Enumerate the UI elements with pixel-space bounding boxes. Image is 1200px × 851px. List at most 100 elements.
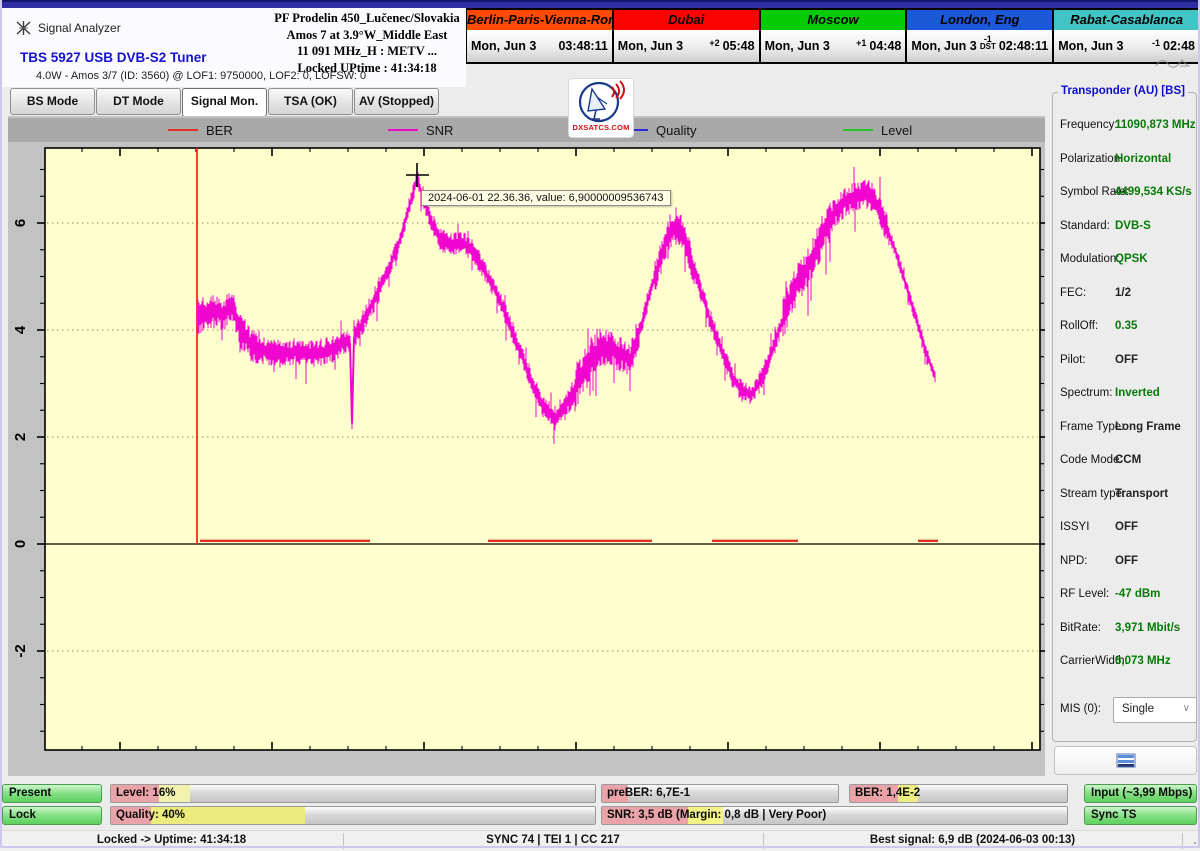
- mis-label: MIS (0):: [1060, 703, 1101, 715]
- transponder-row: Standard:DVB-S: [1053, 220, 1196, 236]
- statusbar-best-signal: Best signal: 6,9 dB (2024-06-03 00:13): [763, 831, 1182, 851]
- transponder-row: Stream type:Transport: [1053, 488, 1196, 504]
- signature-watermark-icon: [1152, 52, 1192, 70]
- svg-text:2: 2: [12, 433, 29, 441]
- offset-dst-label: DST: [980, 43, 996, 51]
- legend-label: BER: [206, 123, 233, 138]
- sync-ts-button[interactable]: Sync TS: [1084, 806, 1197, 825]
- site-line-4: Locked UPtime : 41:34:18: [266, 60, 468, 77]
- stream-list-button[interactable]: [1054, 746, 1197, 775]
- transponder-label: Standard:: [1060, 220, 1110, 232]
- transponder-row: BitRate: 3,971 Mbit/s: [1053, 622, 1196, 638]
- mis-selected-value: Single: [1122, 703, 1154, 715]
- legend-item-snr: SNR: [388, 118, 453, 142]
- transponder-value: OFF: [1115, 555, 1138, 567]
- list-icon: [1116, 753, 1136, 768]
- logo-caption: DXSATCS.COM: [572, 123, 629, 132]
- transponder-label: NPD:: [1060, 555, 1087, 567]
- transponder-panel-title: Transponder (AU) [BS]: [1058, 85, 1188, 97]
- tab-tsa-ok-[interactable]: TSA (OK): [268, 88, 353, 115]
- transponder-label: Code Mode:: [1060, 454, 1123, 466]
- world-clocks: Berlin-Paris-Vienna-RomaMon, Jun 303:48:…: [466, 8, 1200, 64]
- transponder-row: RF Level:-47 dBm: [1053, 588, 1196, 604]
- legend-line-swatch: [388, 129, 418, 131]
- transponder-label: RF Level:: [1060, 588, 1109, 600]
- preber-label: preBER: 6,7E-1: [607, 785, 690, 802]
- snr-progressbar: SNR: 3,5 dB (Margin: 0,8 dB | Very Poor): [601, 806, 1068, 825]
- transponder-row: Spectrum:Inverted: [1053, 387, 1196, 403]
- clock-utc-offset: +1: [856, 39, 866, 47]
- transponder-row: Code Mode:CCM: [1053, 454, 1196, 470]
- dxsatcs-logo: DXSATCS.COM: [568, 78, 634, 138]
- transponder-value: 11090,873 MHz: [1115, 119, 1196, 131]
- transponder-row: Frequency:11090,873 MHz: [1053, 119, 1196, 135]
- clock-time-display: Mon, Jun 3-1DST02:48:11: [907, 30, 1052, 62]
- transponder-value: OFF: [1115, 354, 1138, 366]
- legend-item-ber: BER: [168, 118, 233, 142]
- site-line-2: Amos 7 at 3.9°W_Middle East: [266, 27, 468, 44]
- transponder-value: 0.35: [1115, 320, 1137, 332]
- clock-date: Mon, Jun 3: [1058, 39, 1152, 53]
- transponder-row: RollOff:0.35: [1053, 320, 1196, 336]
- chevron-down-icon: ∨: [1183, 698, 1190, 720]
- transponder-panel: Transponder (AU) [BS] Frequency:11090,87…: [1052, 92, 1197, 742]
- transponder-label: BitRate:: [1060, 622, 1101, 634]
- level-progressbar: Level: 16%: [110, 784, 596, 803]
- statusbar-uptime: Locked -> Uptime: 41:34:18: [0, 831, 343, 851]
- tab-av-stopped-[interactable]: AV (Stopped): [354, 88, 439, 115]
- mis-dropdown[interactable]: Single ∨: [1113, 697, 1197, 723]
- clock-time-value: 04:48: [869, 39, 901, 53]
- transponder-row: CarrierWidth:6,073 MHz: [1053, 655, 1196, 671]
- signal-monitor-chart: BERSNRQualityLevel 6420-2: [8, 116, 1045, 776]
- transponder-label: FEC:: [1060, 287, 1086, 299]
- present-button[interactable]: Present: [2, 784, 102, 803]
- satellite-app-icon: [15, 19, 33, 37]
- tab-signal-mon-[interactable]: Signal Mon.: [182, 88, 267, 117]
- clock-date: Mon, Jun 3: [765, 39, 857, 53]
- clock-time-display: Mon, Jun 303:48:11: [467, 30, 612, 62]
- transponder-label: Polarization:: [1060, 153, 1123, 165]
- site-header-text: PF Prodelin 450_Lučenec/Slovakia Amos 7 …: [266, 10, 468, 76]
- transponder-row: ISSYI OFF: [1053, 521, 1196, 537]
- input-button[interactable]: Input (~3,99 Mbps): [1084, 784, 1197, 803]
- chart-legend: BERSNRQualityLevel: [8, 118, 1045, 142]
- snr-label: SNR: 3,5 dB (Margin: 0,8 dB | Very Poor): [607, 807, 826, 824]
- offset-value: +1: [856, 39, 866, 47]
- transponder-label: Pilot:: [1060, 354, 1086, 366]
- transponder-value: Horizontal: [1115, 153, 1171, 165]
- transponder-value: OFF: [1115, 521, 1138, 533]
- site-line-1: PF Prodelin 450_Lučenec/Slovakia: [266, 10, 468, 27]
- legend-line-swatch: [168, 129, 198, 131]
- transponder-label: Spectrum:: [1060, 387, 1112, 399]
- clock-time-display: Mon, Jun 3+205:48: [614, 30, 759, 62]
- svg-text:6: 6: [12, 219, 29, 227]
- transponder-row: NPD: OFF: [1053, 555, 1196, 571]
- clock-london-eng: London, EngMon, Jun 3-1DST02:48:11: [906, 8, 1053, 64]
- transponder-value: 3,971 Mbit/s: [1115, 622, 1180, 634]
- clock-time-value: 02:48:11: [999, 39, 1048, 53]
- clock-utc-offset: -1DST: [980, 35, 996, 51]
- snr-plot[interactable]: 6420-2: [8, 142, 1045, 776]
- legend-line-swatch: [843, 129, 873, 131]
- tab-bs-mode[interactable]: BS Mode: [10, 88, 95, 115]
- tab-dt-mode[interactable]: DT Mode: [96, 88, 181, 115]
- window-title: Signal Analyzer: [38, 21, 121, 35]
- clock-time-value: 03:48:11: [558, 39, 607, 53]
- clock-berlin-paris-vienna-roma: Berlin-Paris-Vienna-RomaMon, Jun 303:48:…: [466, 8, 613, 64]
- clock-city-label: Dubai: [614, 10, 759, 30]
- ber-progressbar: BER: 1,4E-2: [849, 784, 1068, 803]
- transponder-row: Frame Type:Long Frame: [1053, 421, 1196, 437]
- transponder-label: Modulation:: [1060, 253, 1119, 265]
- transponder-row: FEC:1/2: [1053, 287, 1196, 303]
- clock-date: Mon, Jun 3: [911, 39, 979, 53]
- clock-date: Mon, Jun 3: [471, 39, 555, 53]
- mode-tabs: BS ModeDT ModeSignal Mon.TSA (OK)AV (Sto…: [10, 88, 439, 114]
- lock-button[interactable]: Lock: [2, 806, 102, 825]
- statusbar: Locked -> Uptime: 41:34:18 SYNC 74 | TEI…: [0, 830, 1200, 851]
- level-label: Level: 16%: [116, 785, 175, 802]
- transponder-row: Pilot: OFF: [1053, 354, 1196, 370]
- transponder-label: ISSYI: [1060, 521, 1089, 533]
- status-indicators-row-2: LockQuality: 40%SNR: 3,5 dB (Margin: 0,8…: [0, 806, 1200, 825]
- resize-grip[interactable]: [1186, 838, 1196, 848]
- satellite-dish-icon: [572, 79, 630, 125]
